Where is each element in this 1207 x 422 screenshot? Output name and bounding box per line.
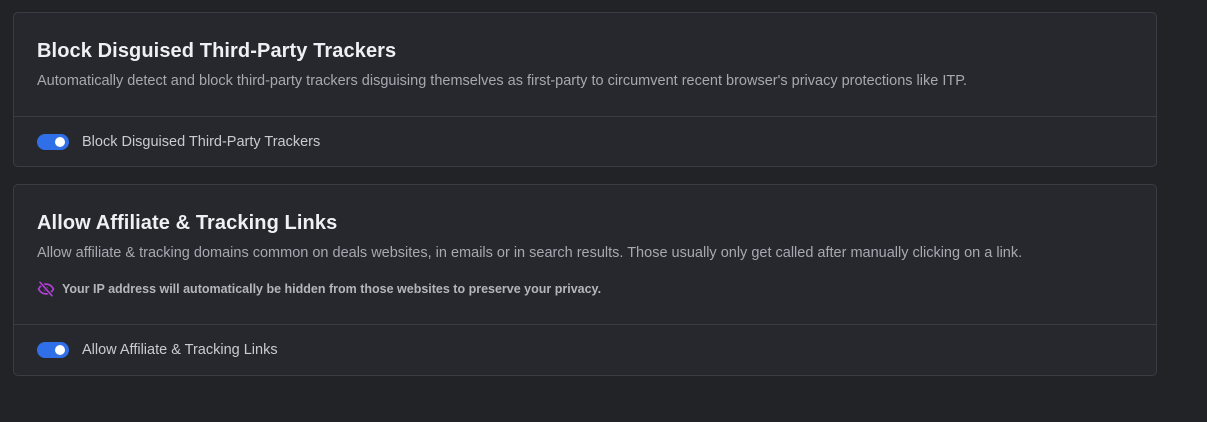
card-setting-row: Allow Affiliate & Tracking Links bbox=[14, 325, 1156, 375]
settings-page: Block Disguised Third-Party Trackers Aut… bbox=[0, 0, 1207, 422]
card-header: Block Disguised Third-Party Trackers Aut… bbox=[14, 13, 1156, 117]
card-header: Allow Affiliate & Tracking Links Allow a… bbox=[14, 185, 1156, 325]
section-title: Block Disguised Third-Party Trackers bbox=[37, 40, 397, 62]
privacy-note-text: Your IP address will automatically be hi… bbox=[62, 282, 602, 296]
privacy-note: Your IP address will automatically be hi… bbox=[37, 280, 1133, 298]
toggle-label: Block Disguised Third-Party Trackers bbox=[82, 133, 321, 150]
card-setting-row: Block Disguised Third-Party Trackers bbox=[14, 117, 1156, 166]
eye-slash-icon bbox=[37, 280, 55, 298]
toggle-knob bbox=[55, 345, 65, 355]
allow-affiliate-links-toggle[interactable] bbox=[37, 342, 69, 358]
toggle-label: Allow Affiliate & Tracking Links bbox=[82, 342, 278, 358]
section-title: Allow Affiliate & Tracking Links bbox=[37, 212, 338, 234]
section-description: Automatically detect and block third-par… bbox=[37, 73, 968, 89]
block-disguised-trackers-toggle[interactable] bbox=[37, 133, 69, 150]
section-description: Allow affiliate & tracking domains commo… bbox=[37, 245, 1023, 261]
toggle-knob bbox=[55, 136, 65, 147]
block-disguised-trackers-card: Block Disguised Third-Party Trackers Aut… bbox=[13, 12, 1157, 167]
allow-affiliate-links-card: Allow Affiliate & Tracking Links Allow a… bbox=[13, 184, 1157, 376]
